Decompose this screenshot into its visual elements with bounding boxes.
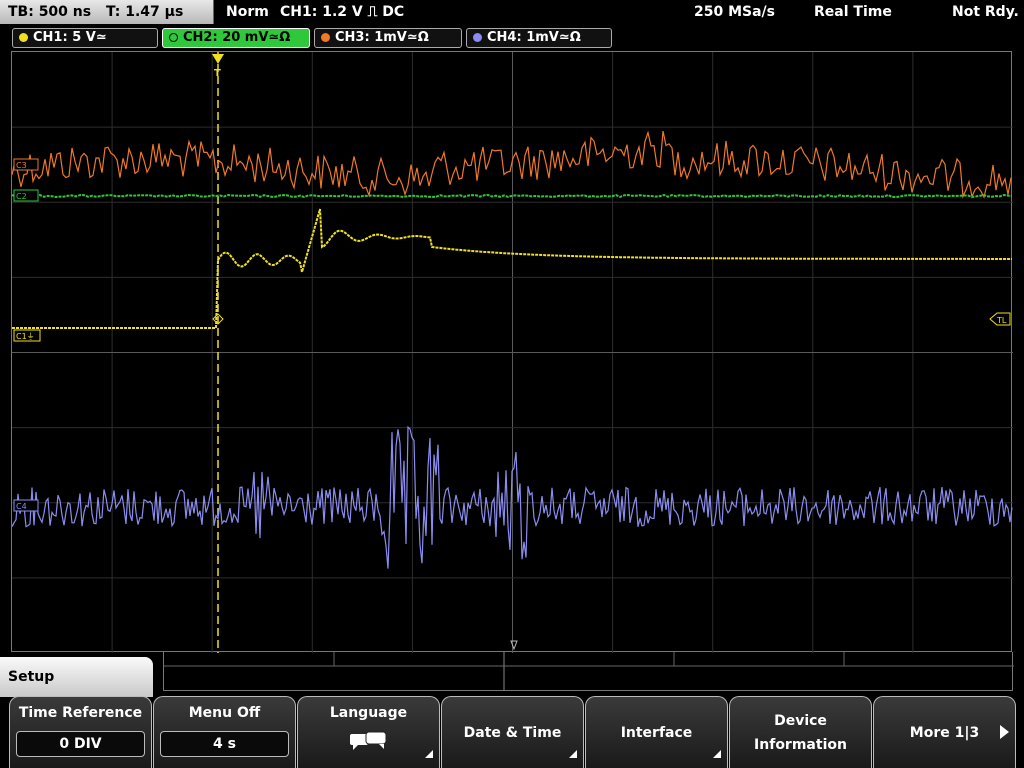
ch3-marker-label: C3 bbox=[16, 161, 27, 170]
channel-tab-ch2[interactable]: CH2: 20 mV≃Ω bbox=[162, 28, 310, 48]
trigger-mode[interactable]: Norm bbox=[226, 0, 269, 24]
time-reference-label: Time Reference bbox=[18, 705, 143, 721]
language-label: Language bbox=[329, 705, 408, 721]
menu-off-value: 4 s bbox=[160, 731, 289, 757]
arrow-right-icon bbox=[1000, 725, 1009, 739]
speech-bubble-icon bbox=[350, 731, 387, 750]
navigation-strip bbox=[163, 652, 1014, 691]
waveform-display[interactable]: T C1⏚ C3 C2 C4 TL bbox=[11, 51, 1013, 653]
timebase-box[interactable]: TB: 500 ns T: 1.47 µs bbox=[0, 0, 214, 24]
time-reference-softkey[interactable]: Time Reference 0 DIV bbox=[9, 696, 152, 768]
ch3-color-dot bbox=[321, 33, 330, 42]
more-label: More 1|3 bbox=[909, 724, 980, 741]
ch1-label: CH1: 5 V≃ bbox=[33, 30, 107, 45]
submenu-corner-icon bbox=[425, 750, 433, 758]
ch2-waveform bbox=[12, 193, 1013, 199]
status-bar: TB: 500 ns T: 1.47 µs Norm CH1: 1.2 V ⎍ … bbox=[0, 0, 1024, 24]
more-softkey[interactable]: More 1|3 bbox=[873, 696, 1016, 768]
ch2-color-dot bbox=[169, 33, 178, 42]
trigger-position-label: T bbox=[214, 68, 221, 79]
acquisition-mode: Real Time bbox=[814, 4, 892, 20]
ch4-marker-label: C4 bbox=[16, 502, 27, 511]
setup-menu-tab[interactable]: Setup bbox=[0, 657, 153, 697]
trigger-status: Not Rdy. bbox=[952, 4, 1019, 20]
channel-tab-ch1[interactable]: CH1: 5 V≃ bbox=[12, 28, 158, 48]
submenu-corner-icon bbox=[569, 750, 577, 758]
ch1-level-marker: C1⏚ bbox=[13, 329, 41, 342]
menu-off-label: Menu Off bbox=[188, 705, 261, 721]
ch3-waveform bbox=[12, 130, 1012, 199]
ch4-color-dot bbox=[473, 33, 482, 42]
date-time-softkey[interactable]: Date & Time bbox=[441, 696, 584, 768]
horizontal-position-marker bbox=[510, 640, 518, 651]
trigger-time-value: T: 1.47 µs bbox=[105, 4, 184, 20]
device-information-softkey[interactable]: Device Information bbox=[729, 696, 872, 768]
device-info-label-line1: Device bbox=[774, 712, 827, 729]
trigger-position-marker bbox=[212, 54, 224, 64]
language-softkey[interactable]: Language bbox=[297, 696, 440, 768]
interface-label: Interface bbox=[620, 724, 693, 741]
channel-tab-ch3[interactable]: CH3: 1mV≃Ω bbox=[314, 28, 462, 48]
ch3-level-marker: C3 bbox=[13, 158, 39, 171]
ch4-level-marker: C4 bbox=[13, 499, 39, 512]
ch2-marker-label: C2 bbox=[16, 192, 27, 201]
trigger-settings[interactable]: CH1: 1.2 V ⎍ DC bbox=[280, 0, 404, 24]
date-time-label: Date & Time bbox=[463, 724, 562, 741]
timebase-value: TB: 500 ns bbox=[8, 4, 92, 20]
ch4-label: CH4: 1mV≃Ω bbox=[487, 30, 581, 45]
waveform-canvas: T C1⏚ C3 C2 C4 TL bbox=[12, 52, 1013, 653]
sample-rate: 250 MSa/s bbox=[694, 4, 776, 20]
ch1-marker-label: C1⏚ bbox=[16, 332, 35, 341]
menu-off-softkey[interactable]: Menu Off 4 s bbox=[153, 696, 296, 768]
channel-tab-ch4[interactable]: CH4: 1mV≃Ω bbox=[466, 28, 612, 48]
ch2-label: CH2: 20 mV≃Ω bbox=[183, 30, 291, 45]
grid-lines bbox=[12, 52, 1013, 653]
trigger-level-marker: TL bbox=[989, 312, 1011, 326]
interface-softkey[interactable]: Interface bbox=[585, 696, 728, 768]
trigger-level-label: TL bbox=[996, 316, 1007, 325]
ch3-label: CH3: 1mV≃Ω bbox=[335, 30, 429, 45]
ch1-color-dot bbox=[19, 33, 28, 42]
device-info-label-line2: Information bbox=[754, 736, 847, 753]
ch2-level-marker: C2 bbox=[13, 189, 39, 202]
time-reference-value: 0 DIV bbox=[16, 731, 145, 757]
submenu-corner-icon bbox=[713, 750, 721, 758]
